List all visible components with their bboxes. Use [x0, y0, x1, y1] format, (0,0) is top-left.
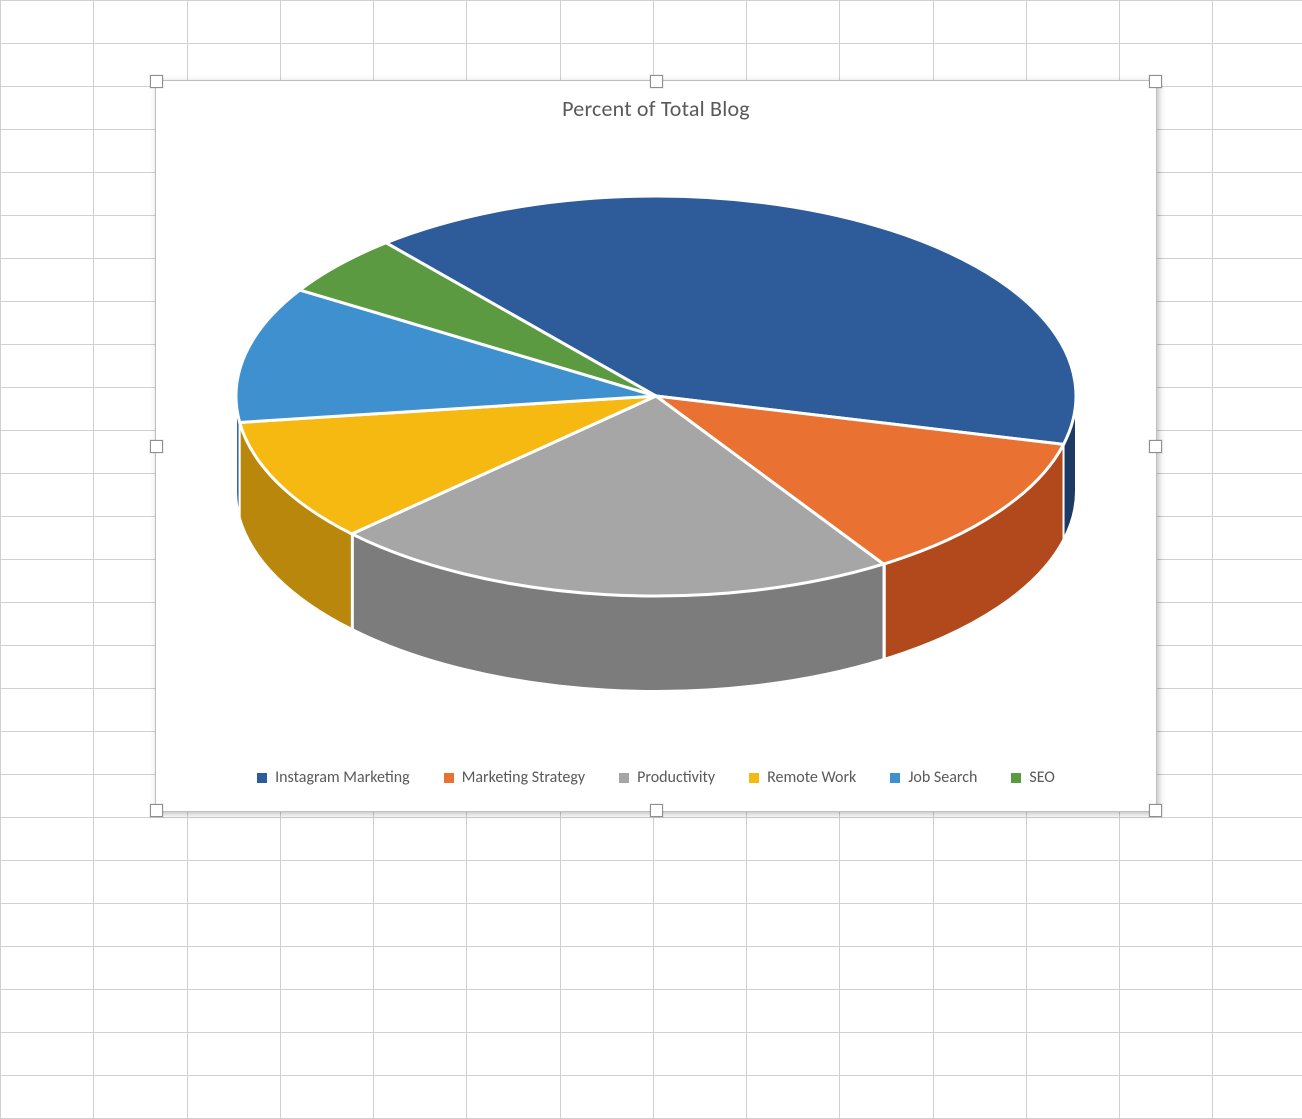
- legend-swatch: [619, 773, 629, 783]
- resize-handle-lm[interactable]: [150, 440, 163, 453]
- resize-handle-tr[interactable]: [1149, 75, 1162, 88]
- legend-item[interactable]: Productivity: [619, 768, 715, 787]
- legend-label: Remote Work: [767, 768, 856, 787]
- legend-item[interactable]: Remote Work: [749, 768, 856, 787]
- legend-label: SEO: [1029, 768, 1055, 787]
- chart-legend: Instagram Marketing Marketing Strategy Pro…: [156, 768, 1156, 787]
- legend-item[interactable]: Job Search: [890, 768, 977, 787]
- legend-item[interactable]: Instagram Marketing: [257, 768, 410, 787]
- resize-handle-bm[interactable]: [650, 804, 663, 817]
- pie-plot-area[interactable]: [156, 141, 1156, 731]
- legend-label: Productivity: [637, 768, 715, 787]
- legend-swatch: [1011, 773, 1021, 783]
- resize-handle-rm[interactable]: [1149, 440, 1162, 453]
- legend-item[interactable]: Marketing Strategy: [444, 768, 585, 787]
- resize-handle-tm[interactable]: [650, 75, 663, 88]
- chart-object[interactable]: Percent of Total Blog Instagram Marketin…: [155, 80, 1157, 812]
- resize-handle-tl[interactable]: [150, 75, 163, 88]
- legend-label: Job Search: [908, 768, 977, 787]
- legend-swatch: [890, 773, 900, 783]
- legend-swatch: [257, 773, 267, 783]
- legend-label: Marketing Strategy: [462, 768, 585, 787]
- legend-item[interactable]: SEO: [1011, 768, 1055, 787]
- pie-svg: [156, 141, 1156, 731]
- resize-handle-bl[interactable]: [150, 804, 163, 817]
- legend-swatch: [749, 773, 759, 783]
- chart-title: Percent of Total Blog: [156, 95, 1156, 122]
- resize-handle-br[interactable]: [1149, 804, 1162, 817]
- legend-label: Instagram Marketing: [275, 768, 410, 787]
- legend-swatch: [444, 773, 454, 783]
